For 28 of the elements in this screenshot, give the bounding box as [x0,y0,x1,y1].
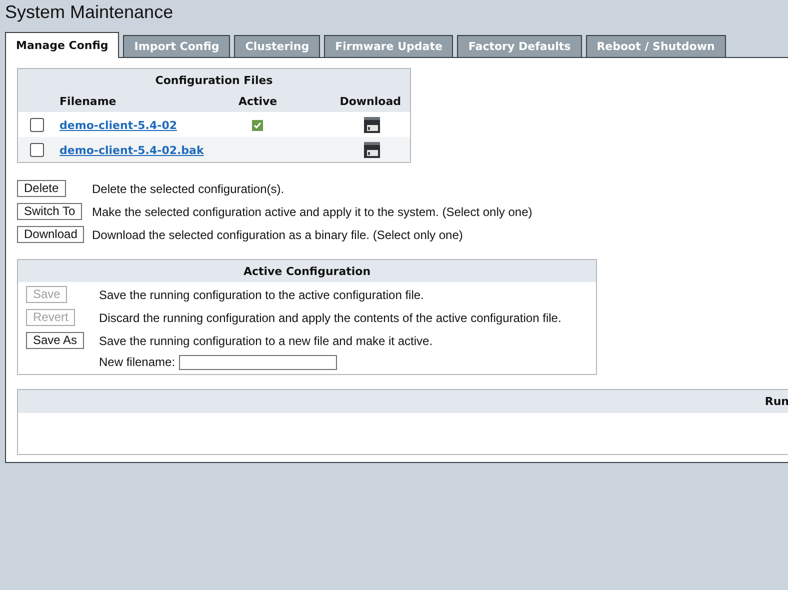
tab[interactable]: Manage Config [5,32,120,58]
tab[interactable]: Import Config [123,35,230,57]
tab[interactable]: Firmware Update [324,35,454,57]
column-header: Active [238,95,278,108]
column-header: Filename [60,95,116,108]
page-title: System Maintenance [4,1,174,24]
tab[interactable]: Clustering [234,35,320,57]
action-description: Make the selected configuration active and apply it to the system. (Select only one) [92,204,532,218]
tab[interactable]: Reboot / Shutdown [586,35,726,57]
field-label: New filename: [99,355,176,369]
row-checkbox[interactable] [30,118,44,132]
row-checkbox[interactable] [30,142,44,157]
panel-title: Run [764,395,788,408]
action-button[interactable]: Delete [17,180,66,197]
column-header: Download [340,95,401,108]
action-description: Discard the running configuration and apply the contents of the active configuration file. [99,310,562,324]
action-button[interactable]: Save As [26,332,84,349]
tab[interactable]: Factory Defaults [457,35,582,57]
filename-link[interactable]: demo-client-5.4-02 [60,118,178,132]
panel-title: Active Configuration [243,264,371,278]
action-description: Save the running configuration to the active configuration file. [99,288,425,302]
action-button[interactable]: Download [17,226,84,243]
action-description: Download the selected configuration as a binary file. (Select only one) [92,228,464,242]
action-description: Save the running configuration to a new file and make it active. [99,334,434,348]
filename-field[interactable] [179,355,338,370]
action-description: Delete the selected configuration(s). [92,182,286,196]
table-title: Configuration Files [155,74,273,86]
action-button[interactable]: Switch To [17,203,82,220]
